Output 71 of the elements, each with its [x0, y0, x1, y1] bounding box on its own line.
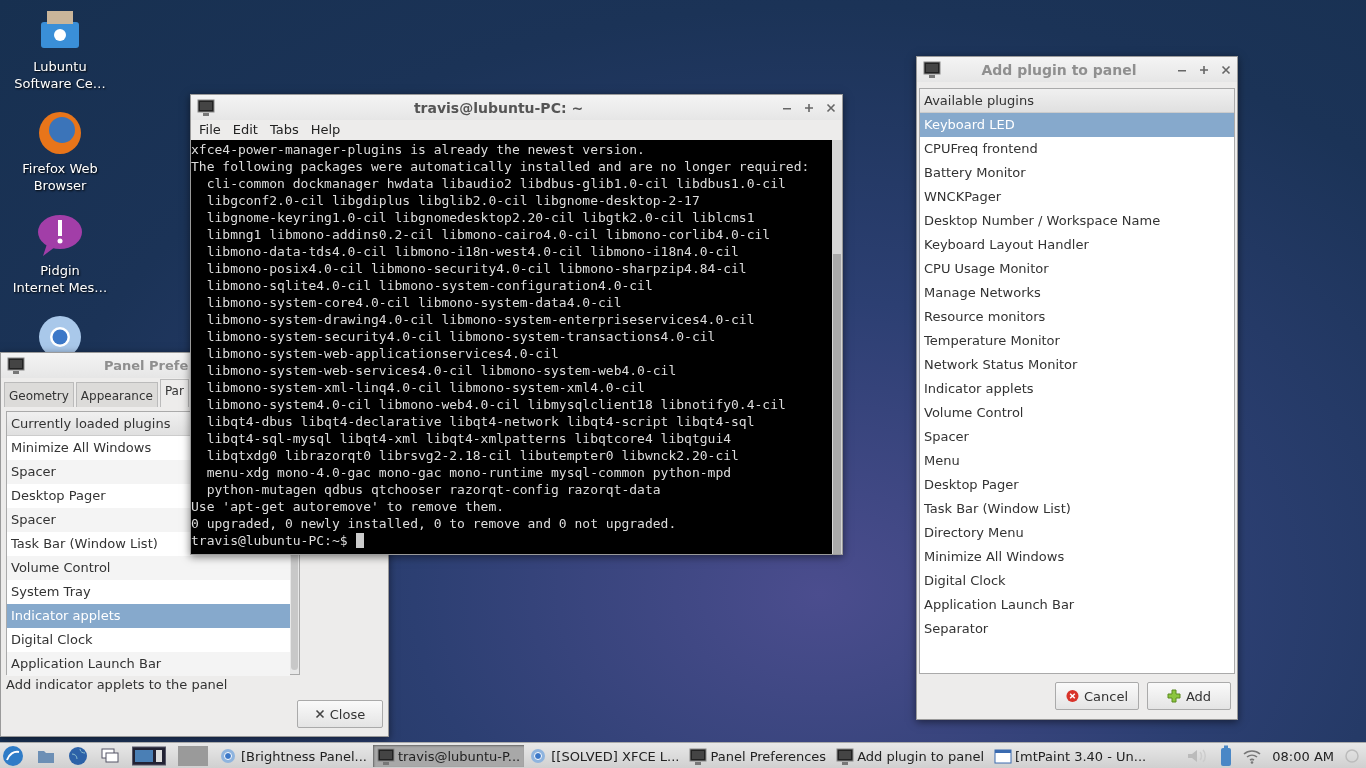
windows-icon[interactable] [100, 746, 120, 766]
icon-label[interactable]: Pidgin [40, 262, 80, 279]
tab[interactable]: Geometry [4, 382, 74, 407]
terminal-line: libmono-sqlite4.0-cil libmono-system-configuration4.0-cil [205, 277, 654, 294]
terminal-line: libmono-posix4.0-cil libmono-security4.0-cil libmono-sharpzip4.84-cil [205, 260, 748, 277]
scrollbar[interactable] [832, 140, 842, 554]
terminal-line: libmono-system-drawing4.0-cil libmono-system-enterpriseservices4.0-cil [205, 311, 756, 328]
taskbar-button[interactable]: [[SOLVED] XFCE L... [526, 745, 684, 767]
battery-icon[interactable] [1220, 745, 1233, 767]
close-icon[interactable] [826, 102, 836, 113]
list-item[interactable]: Application Launch Bar [7, 652, 290, 676]
circle-logo-icon [220, 747, 238, 765]
start-menu-icon[interactable] [2, 745, 24, 767]
taskbar-button[interactable]: travis@lubuntu-P... [372, 745, 525, 767]
monitor-icon [923, 61, 941, 78]
icon-label[interactable]: Browser [33, 177, 87, 194]
maximize-icon[interactable] [1199, 64, 1209, 75]
plus-icon [1166, 689, 1181, 703]
monitor-icon [376, 747, 395, 765]
terminal-line: libgconf2.0-cil libgdiplus libglib2.0-cil libgnome-desktop-2-17 [205, 192, 701, 209]
wifi-icon[interactable] [1242, 748, 1263, 764]
close-button[interactable]: Close [297, 700, 383, 728]
text-cursor [355, 533, 364, 548]
terminal-line: libmono-data-tds4.0-cil libmono-i18n-west4.0-cil libmono-i18n4.0-cil [205, 243, 740, 260]
cancel-button[interactable]: Cancel [1055, 682, 1139, 710]
window-title: Add plugin to panel [980, 61, 1138, 78]
terminal-line: libmono-system-security4.0-cil libmono-system-transactions4.0-cil [205, 328, 717, 345]
terminal-line: The following packages were automatically installed and are no longer required: [191, 158, 811, 175]
window-icon [994, 747, 1012, 765]
window-title: travis@lubuntu-PC: ~ [412, 99, 585, 116]
dropdown-heading[interactable]: Help [304, 122, 347, 137]
icon-label[interactable]: Software Ce… [14, 75, 106, 92]
cancel-icon [1066, 689, 1079, 703]
monitor-icon [7, 357, 25, 374]
icon-label[interactable]: Internet Mes… [12, 279, 108, 296]
workspace-icon[interactable] [132, 746, 166, 766]
maximize-icon[interactable] [804, 102, 814, 113]
taskbar-button[interactable]: Panel Preferences [685, 745, 831, 767]
terminal-line: libgnome-keyring1.0-cil libgnomedesktop2.20-cil libgtk2.0-cil liblcms1 [205, 209, 756, 226]
dropdown-heading[interactable]: File [193, 122, 227, 137]
close-icon [314, 709, 325, 719]
terminal-line: libmono-system-web-applicationservices4.0-cil [205, 345, 560, 362]
terminal-line: libmono-system-web-services4.0-cil libmono-system-web4.0-cil [205, 362, 678, 379]
terminal-line: libmono-system-core4.0-cil libmono-system-data4.0-cil [205, 294, 623, 311]
close-icon[interactable] [1221, 64, 1231, 75]
terminal-line: libmng1 libmono-addins0.2-cil libmono-cairo4.0-cil libmono-corlib4.0-cil [205, 226, 772, 243]
icon-label[interactable]: Firefox Web [22, 160, 98, 177]
terminal-line: cli-common dockmanager hwdata libaudio2 libdbus-glib1.0-cil libdbus1.0-cil [205, 175, 787, 192]
monitor-icon [197, 99, 215, 116]
tab[interactable]: Appearance [75, 382, 158, 407]
add-button[interactable]: Add [1147, 682, 1231, 710]
monitor-icon [689, 747, 708, 765]
speech-bubble-icon[interactable] [37, 212, 83, 258]
description-text: Add indicator applets to the panel [5, 676, 229, 694]
icon-label[interactable]: Lubuntu [33, 58, 87, 75]
terminal-line: xfce4-power-manager-plugins is already the newest version. [191, 141, 646, 158]
list-item[interactable]: Volume Control [7, 556, 290, 580]
terminal-line: libmono-system-xml-linq4.0-cil libmono-system-xml4.0-cil [205, 379, 646, 396]
monitor-icon [836, 747, 855, 765]
clock[interactable]: 08:00 AM [1272, 748, 1334, 764]
terminal-line: libmono-system4.0-cil libmono-web4.0-cil libmysqlclient18 libnotify0.4-cil [205, 396, 787, 413]
window-title: Panel Prefe [104, 358, 189, 373]
taskbar-button[interactable]: [mtPaint 3.40 - Un... [990, 745, 1151, 767]
column-header: Available plugins [920, 89, 1234, 113]
dropdown-heading[interactable]: Edit [226, 122, 264, 137]
taskbar-button[interactable]: [Brightness Panel... [216, 745, 371, 767]
globe-icon[interactable] [37, 110, 83, 156]
tab[interactable]: Par [159, 379, 189, 407]
globe-icon[interactable] [68, 746, 88, 766]
taskbar-button[interactable]: Add plugin to panel [832, 745, 988, 767]
dropdown-heading[interactable]: Tabs [263, 122, 305, 137]
